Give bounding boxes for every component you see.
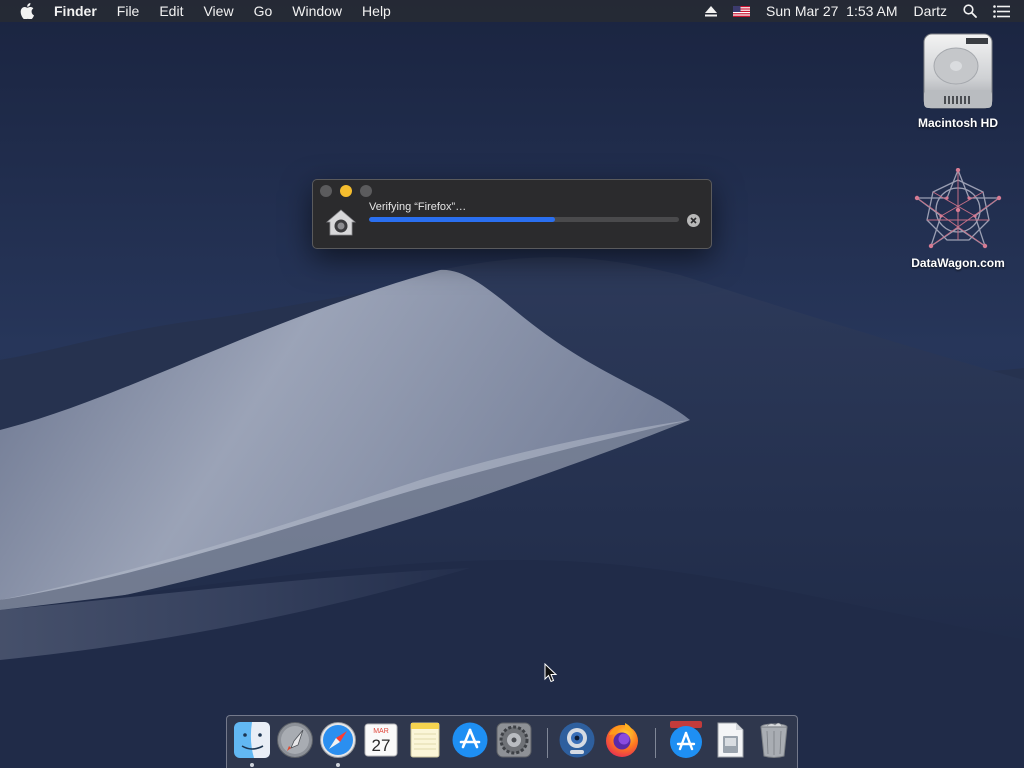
menu-help[interactable]: Help bbox=[352, 0, 401, 22]
dock-system-preferences[interactable] bbox=[495, 721, 533, 759]
calendar-month: MAR bbox=[373, 728, 389, 735]
progress-fill bbox=[369, 217, 555, 222]
apple-logo-icon bbox=[20, 3, 34, 19]
desktop-icon-label: DataWagon.com bbox=[911, 256, 1005, 270]
firefox-icon bbox=[606, 723, 638, 757]
dock-calendar[interactable]: MAR 27 bbox=[362, 721, 400, 759]
running-indicator bbox=[336, 763, 340, 767]
eject-menu-extra[interactable] bbox=[697, 0, 725, 22]
dock-app-store-download[interactable] bbox=[667, 721, 705, 759]
dock-firefox[interactable] bbox=[603, 721, 641, 759]
webcam-icon bbox=[559, 722, 595, 758]
app-store-download-icon bbox=[670, 721, 702, 758]
preview-icon bbox=[717, 722, 744, 758]
trash-icon bbox=[760, 722, 788, 758]
menu-bar: Finder File Edit View Go Window Help Sun… bbox=[0, 0, 1024, 22]
notification-center-button[interactable] bbox=[985, 0, 1024, 22]
user-menu[interactable]: Dartz bbox=[906, 0, 955, 22]
dialog-title: Verifying “Firefox”… bbox=[369, 201, 467, 213]
dock-separator bbox=[547, 728, 548, 758]
menu-file[interactable]: File bbox=[107, 0, 150, 22]
desktop[interactable]: Finder File Edit View Go Window Help Sun… bbox=[0, 0, 1024, 768]
dock: MAR 27 bbox=[226, 715, 798, 768]
system-preferences-icon bbox=[496, 722, 532, 758]
zoom-button[interactable] bbox=[360, 185, 372, 197]
dock-separator bbox=[655, 728, 656, 758]
input-source-menu[interactable] bbox=[725, 0, 758, 22]
cancel-button[interactable] bbox=[687, 214, 700, 227]
gatekeeper-house-icon bbox=[326, 209, 356, 236]
hard-drive-icon bbox=[923, 33, 993, 109]
menu-edit[interactable]: Edit bbox=[149, 0, 193, 22]
apple-menu[interactable] bbox=[0, 0, 44, 22]
window-controls bbox=[320, 185, 372, 197]
geometric-star-icon bbox=[914, 168, 1002, 249]
close-button[interactable] bbox=[320, 185, 332, 197]
menu-finder[interactable]: Finder bbox=[44, 0, 107, 22]
launchpad-icon bbox=[277, 722, 313, 758]
spotlight-button[interactable] bbox=[955, 0, 985, 22]
desktop-wallpaper bbox=[0, 0, 1024, 768]
dock-preview[interactable] bbox=[711, 721, 749, 759]
calendar-icon: MAR 27 bbox=[364, 723, 398, 757]
notification-center-icon bbox=[993, 4, 1010, 18]
finder-icon bbox=[234, 722, 270, 758]
dock-notes[interactable] bbox=[406, 721, 444, 759]
progress-bar bbox=[369, 217, 679, 222]
us-flag-input-icon bbox=[733, 5, 751, 17]
desktop-icon-datawagon[interactable]: DataWagon.com bbox=[903, 168, 1013, 270]
verifying-dialog: Verifying “Firefox”… bbox=[312, 179, 712, 249]
safari-icon bbox=[320, 722, 356, 758]
eject-icon bbox=[705, 5, 718, 16]
notes-icon bbox=[410, 722, 440, 758]
spotlight-search-icon bbox=[963, 4, 977, 18]
menu-window[interactable]: Window bbox=[282, 0, 352, 22]
minimize-button[interactable] bbox=[340, 185, 352, 197]
app-store-icon bbox=[452, 722, 488, 758]
dock-screen-recorder[interactable] bbox=[558, 721, 596, 759]
dock-trash[interactable] bbox=[755, 721, 793, 759]
cancel-icon bbox=[690, 217, 697, 224]
running-indicator bbox=[250, 763, 254, 767]
desktop-icon-macintosh-hd[interactable]: Macintosh HD bbox=[903, 32, 1013, 130]
clock[interactable]: Sun Mar 27 1:53 AM bbox=[758, 0, 906, 22]
dock-safari[interactable] bbox=[319, 721, 357, 759]
menu-view[interactable]: View bbox=[193, 0, 243, 22]
dock-launchpad[interactable] bbox=[276, 721, 314, 759]
dock-app-store[interactable] bbox=[451, 721, 489, 759]
menu-go[interactable]: Go bbox=[244, 0, 283, 22]
dock-finder[interactable] bbox=[233, 721, 271, 759]
desktop-icon-label: Macintosh HD bbox=[917, 116, 998, 130]
mouse-cursor-icon bbox=[544, 663, 558, 683]
calendar-day: 27 bbox=[372, 736, 391, 755]
